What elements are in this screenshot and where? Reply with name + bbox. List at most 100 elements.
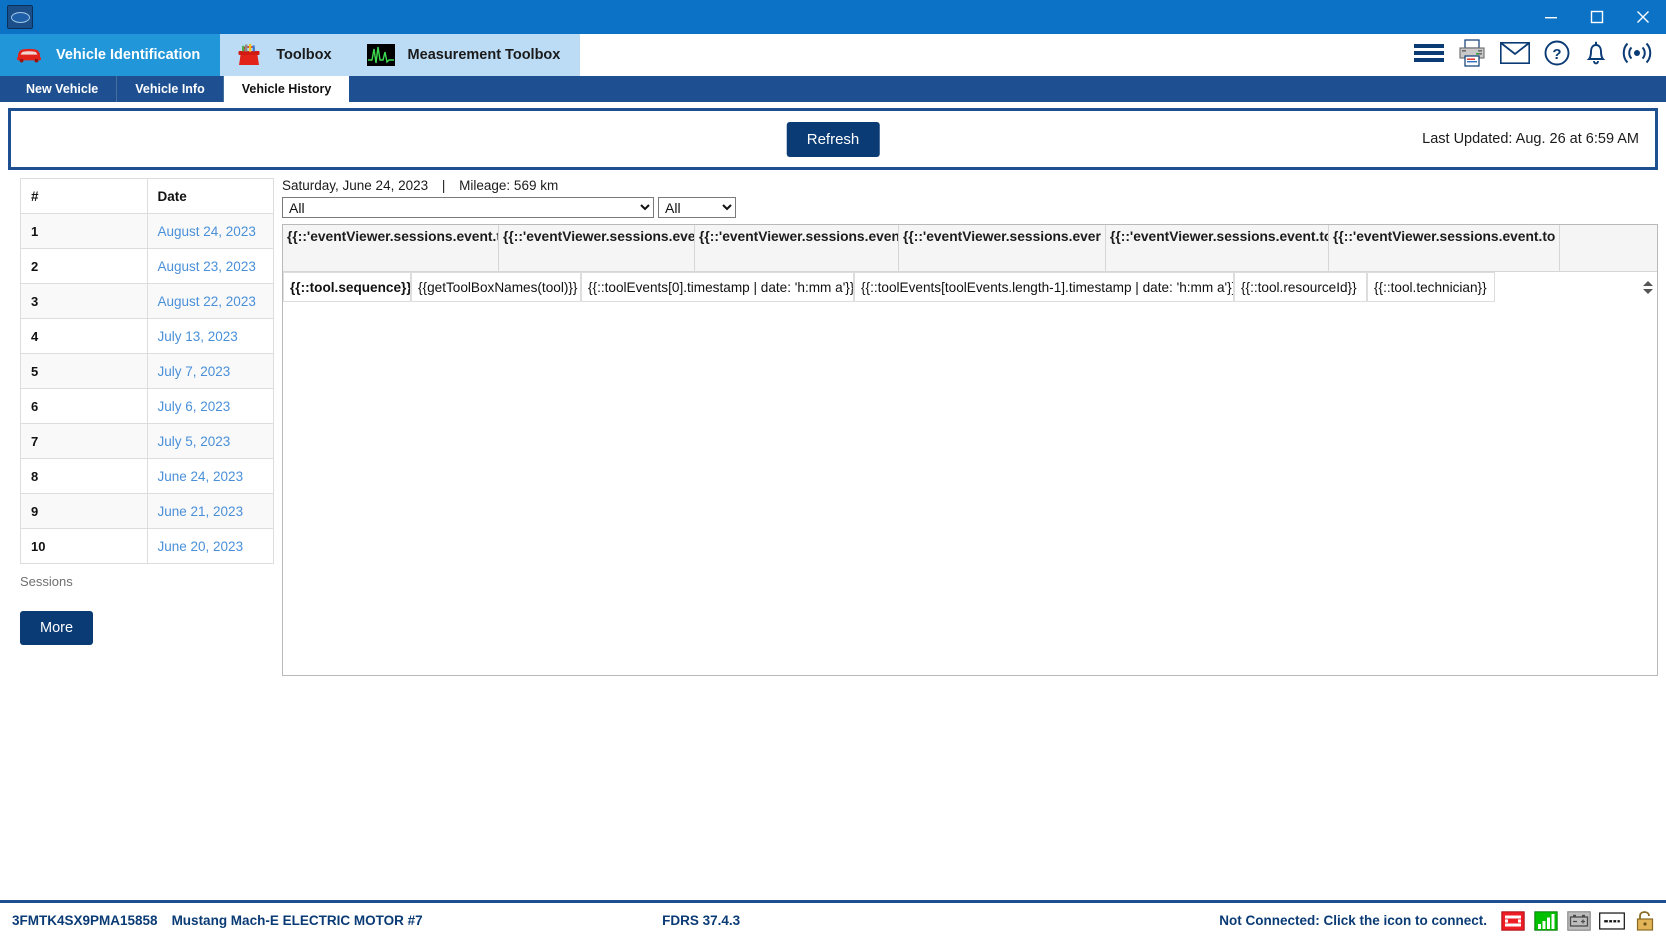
grid-column-header[interactable]: {{::'eventViewer.sessions.event.to xyxy=(283,225,499,271)
events-grid-template-row: {{::tool.sequence}} {{getToolBoxNames(to… xyxy=(283,272,1657,302)
session-date-link[interactable]: June 24, 2023 xyxy=(158,469,244,484)
row-date[interactable]: July 13, 2023 xyxy=(147,319,274,354)
grid-scroll-spinner[interactable] xyxy=(1641,272,1655,302)
table-row[interactable]: 10 June 20, 2023 xyxy=(21,529,274,564)
status-right-group: Not Connected: Click the icon to connect… xyxy=(1219,910,1658,932)
car-icon xyxy=(14,42,44,68)
oscilloscope-waveform-icon xyxy=(366,42,396,68)
more-button[interactable]: More xyxy=(20,611,93,645)
help-question-icon[interactable]: ? xyxy=(1544,40,1570,71)
table-row[interactable]: 4 July 13, 2023 xyxy=(21,319,274,354)
vci-disconnected-icon[interactable] xyxy=(1500,910,1526,932)
table-row[interactable]: 1 August 24, 2023 xyxy=(21,214,274,249)
row-date[interactable]: July 6, 2023 xyxy=(147,389,274,424)
grid-column-header[interactable]: {{::'eventViewer.sessions.event.to xyxy=(1329,225,1560,271)
grid-column-header[interactable]: {{::'eventViewer.sessions.ever xyxy=(899,225,1106,271)
row-number: 1 xyxy=(21,214,148,249)
table-row[interactable]: 3 August 22, 2023 xyxy=(21,284,274,319)
table-row[interactable]: 7 July 5, 2023 xyxy=(21,424,274,459)
tab-vehicle-info[interactable]: Vehicle Info xyxy=(117,76,223,102)
toolbox-icon xyxy=(234,42,264,68)
status-vin: 3FMTK4SX9PMA15858 xyxy=(12,913,158,928)
tab-label: New Vehicle xyxy=(26,82,98,96)
scroll-up-arrow-icon[interactable] xyxy=(1643,281,1653,286)
module-tab-vehicle-identification[interactable]: Vehicle Identification xyxy=(0,34,220,76)
grid-cell-tool-sequence: {{::tool.sequence}} xyxy=(283,272,411,302)
hamburger-menu-icon[interactable] xyxy=(1414,42,1444,69)
row-date[interactable]: August 24, 2023 xyxy=(147,214,274,249)
row-number: 6 xyxy=(21,389,148,424)
row-number: 3 xyxy=(21,284,148,319)
table-row[interactable]: 8 June 24, 2023 xyxy=(21,459,274,494)
grid-column-header[interactable]: {{::'eventViewer.sessions.ever xyxy=(499,225,695,271)
session-date-link[interactable]: August 24, 2023 xyxy=(158,224,256,239)
meta-separator: | xyxy=(432,178,456,193)
row-number: 7 xyxy=(21,424,148,459)
grid-column-header[interactable]: {{::'eventViewer.sessions.even xyxy=(695,225,899,271)
session-date-link[interactable]: July 6, 2023 xyxy=(158,399,231,414)
signal-strength-icon[interactable] xyxy=(1533,910,1559,932)
table-row[interactable]: 2 August 23, 2023 xyxy=(21,249,274,284)
table-row[interactable]: 5 July 7, 2023 xyxy=(21,354,274,389)
session-date-link[interactable]: June 21, 2023 xyxy=(158,504,244,519)
maximize-button[interactable] xyxy=(1574,0,1620,34)
unlocked-padlock-icon[interactable] xyxy=(1632,910,1658,932)
row-date[interactable]: August 23, 2023 xyxy=(147,249,274,284)
grid-header-filler xyxy=(1560,225,1657,271)
row-date[interactable]: August 22, 2023 xyxy=(147,284,274,319)
voltage-reading-icon[interactable] xyxy=(1599,910,1625,932)
module-tab-bar: Vehicle Identification Toolbox xyxy=(0,34,1666,76)
column-header-date: Date xyxy=(147,179,274,214)
row-date[interactable]: June 21, 2023 xyxy=(147,494,274,529)
row-date[interactable]: July 7, 2023 xyxy=(147,354,274,389)
status-bar: 3FMTK4SX9PMA15858 Mustang Mach-E ELECTRI… xyxy=(0,900,1666,938)
row-date[interactable]: July 5, 2023 xyxy=(147,424,274,459)
grid-cell-end-time: {{::toolEvents[toolEvents.length-1].time… xyxy=(854,272,1234,302)
tab-label: Vehicle Info xyxy=(135,82,204,96)
status-connection-message: Not Connected: Click the icon to connect… xyxy=(1219,913,1487,928)
tab-label: Vehicle History xyxy=(242,82,332,96)
session-detail-panel: Saturday, June 24, 2023 | Mileage: 569 k… xyxy=(274,170,1658,676)
grid-cell-toolbox-names: {{getToolBoxNames(tool)}} xyxy=(411,272,581,302)
application-window: Vehicle Identification Toolbox xyxy=(0,0,1666,938)
envelope-mail-icon[interactable] xyxy=(1500,42,1530,69)
row-number: 10 xyxy=(21,529,148,564)
close-button[interactable] xyxy=(1620,0,1666,34)
sessions-caption: Sessions xyxy=(20,574,274,589)
row-date[interactable]: June 20, 2023 xyxy=(147,529,274,564)
row-number: 2 xyxy=(21,249,148,284)
status-version: FDRS 37.4.3 xyxy=(662,913,740,928)
filter-row: All All xyxy=(282,197,1658,218)
grid-column-header[interactable]: {{::'eventViewer.sessions.event.to xyxy=(1106,225,1329,271)
broadcast-signal-icon[interactable] xyxy=(1622,40,1652,71)
row-date[interactable]: June 24, 2023 xyxy=(147,459,274,494)
tab-vehicle-history[interactable]: Vehicle History xyxy=(224,76,350,102)
minimize-button[interactable] xyxy=(1528,0,1574,34)
module-tab-measurement-toolbox[interactable]: Measurement Toolbox xyxy=(352,34,581,76)
session-date-link[interactable]: July 7, 2023 xyxy=(158,364,231,379)
session-date-link[interactable]: August 23, 2023 xyxy=(158,259,256,274)
refresh-button[interactable]: Refresh xyxy=(787,122,880,157)
grid-cell-start-time: {{::toolEvents[0].timestamp | date: 'h:m… xyxy=(581,272,854,302)
session-date-link[interactable]: August 22, 2023 xyxy=(158,294,256,309)
session-date-link[interactable]: July 5, 2023 xyxy=(158,434,231,449)
row-number: 5 xyxy=(21,354,148,389)
primary-filter-select[interactable]: All xyxy=(282,197,654,218)
session-date-link[interactable]: June 20, 2023 xyxy=(158,539,244,554)
session-date-link[interactable]: July 13, 2023 xyxy=(158,329,238,344)
module-tab-toolbox[interactable]: Toolbox xyxy=(220,34,351,76)
notification-bell-icon[interactable] xyxy=(1584,40,1608,71)
title-bar xyxy=(0,0,1666,34)
tab-new-vehicle[interactable]: New Vehicle xyxy=(8,76,117,102)
table-row[interactable]: 9 June 21, 2023 xyxy=(21,494,274,529)
scroll-down-arrow-icon[interactable] xyxy=(1643,289,1653,294)
table-row[interactable]: 6 July 6, 2023 xyxy=(21,389,274,424)
printer-icon[interactable] xyxy=(1458,39,1486,72)
sessions-table: # Date 1 August 24, 2023 2 August 23, 20… xyxy=(20,178,274,564)
module-tab-label: Measurement Toolbox xyxy=(408,47,561,63)
battery-status-icon[interactable] xyxy=(1566,910,1592,932)
refresh-band: Refresh Last Updated: Aug. 26 at 6:59 AM xyxy=(8,108,1658,170)
module-bar-filler xyxy=(580,34,1414,76)
column-header-number: # xyxy=(21,179,148,214)
secondary-filter-select[interactable]: All xyxy=(658,197,736,218)
